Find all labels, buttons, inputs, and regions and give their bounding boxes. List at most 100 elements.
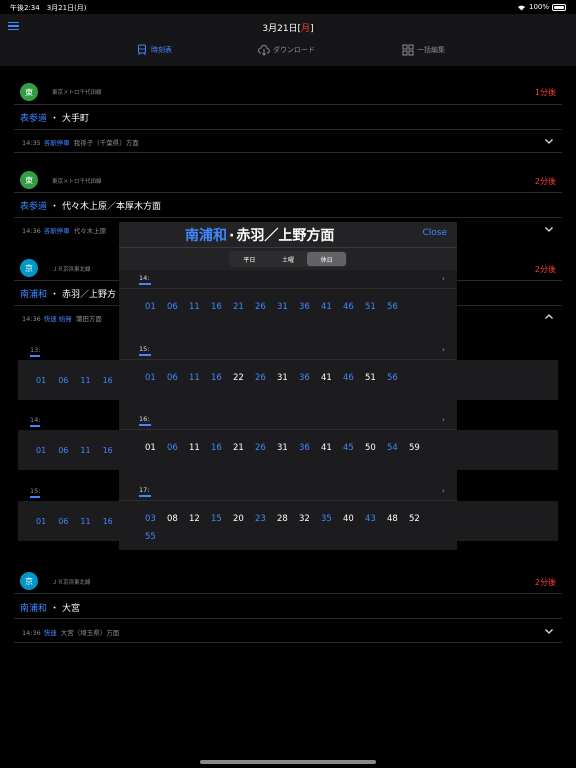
minute[interactable]: 22 [233,373,244,383]
minute[interactable]: 52 [409,514,420,524]
minute[interactable]: 06 [167,373,178,383]
route-to: 大手町 [62,114,90,124]
cloud-download-icon [258,44,270,56]
minute[interactable]: 12 [189,514,200,524]
minute[interactable]: 50 [365,443,376,453]
minute[interactable]: 59 [409,443,420,453]
minute[interactable]: 16 [211,373,222,383]
departure-time: 14:36 [22,629,41,637]
minute[interactable]: 51 [365,302,376,312]
hour-label: 14: [139,274,150,282]
minute[interactable]: 32 [299,514,310,524]
line-name: 東京メトロ千代田線 [52,90,102,96]
minute[interactable]: 46 [343,373,354,383]
minute[interactable]: 26 [255,302,266,312]
tab-saturday[interactable]: 土曜 [269,252,308,266]
minute[interactable]: 41 [321,443,332,453]
chevron-down-icon[interactable] [544,626,554,636]
minute[interactable]: 31 [277,302,288,312]
route-from: 南浦和 [20,290,48,300]
minute[interactable]: 21 [233,443,244,453]
departure-meta: 14:36 快速 大宮（埼玉県）方面 [22,627,119,637]
minute[interactable]: 01 [145,443,156,453]
route: 表参道・大手町 [20,114,90,124]
minute[interactable]: 41 [321,302,332,312]
minute: 06 [58,517,69,526]
line-badge: 京 [20,572,38,590]
minute[interactable]: 16 [211,302,222,312]
minute[interactable]: 41 [321,373,332,383]
day-type-segmented: 平日 土曜 休日 [229,251,347,267]
minute[interactable]: 54 [387,443,398,453]
minute[interactable]: 06 [167,302,178,312]
minute[interactable]: 03 [145,514,156,524]
remaining-time: 2分後 [534,265,556,274]
minute[interactable]: 45 [343,443,354,453]
status-bar: 午後2:34 3月21日(月) 100% [0,0,576,14]
minute[interactable]: 56 [387,373,398,383]
battery-icon [552,3,566,11]
chevron-right-icon[interactable]: › [442,274,445,283]
chevron-right-icon[interactable]: › [442,486,445,495]
minute[interactable]: 36 [299,373,310,383]
home-indicator [200,760,376,764]
departure-card[interactable]: 京 ＪＲ京浜東北線 2分後 南浦和・大宮 14:36 快速 大宮（埼玉県）方面 [14,572,562,644]
chevron-right-icon[interactable]: › [442,345,445,354]
minute[interactable]: 11 [189,302,200,312]
minute[interactable]: 06 [167,443,178,453]
minute[interactable]: 26 [255,443,266,453]
minute: 11 [80,376,91,385]
modal-title: 南浦和 · 赤羽／上野方面 [185,225,334,245]
minute: 16 [102,446,113,455]
tab-weekday[interactable]: 平日 [230,252,269,266]
minute[interactable]: 15 [211,514,222,524]
chevron-down-icon[interactable] [544,136,554,146]
minute[interactable]: 55 [145,532,156,542]
minute[interactable]: 26 [255,373,266,383]
minute[interactable]: 01 [145,302,156,312]
minute[interactable]: 21 [233,302,244,312]
timetable-modal: 南浦和 · 赤羽／上野方面 Close 平日 土曜 休日 14: › 01 06 11 1… [119,222,457,550]
departure-meta: 14:35 各駅停車 我孫子（千葉県）方面 [22,137,139,147]
close-button[interactable]: Close [422,228,447,238]
minute[interactable]: 08 [167,514,178,524]
minute[interactable]: 36 [299,302,310,312]
minute[interactable]: 23 [255,514,266,524]
minute[interactable]: 51 [365,373,376,383]
tab-timetable[interactable]: 時刻表 [136,44,172,56]
minute[interactable]: 28 [277,514,288,524]
minute[interactable]: 43 [365,514,376,524]
minute[interactable]: 46 [343,302,354,312]
minute[interactable]: 16 [211,443,222,453]
modal-direction: 赤羽／上野方面 [236,228,335,244]
tab-bulk-edit[interactable]: 一括編集 [402,44,445,56]
chevron-right-icon[interactable]: › [442,415,445,424]
minute[interactable]: 31 [277,373,288,383]
minute[interactable]: 56 [387,302,398,312]
tab-bulk-edit-label: 一括編集 [417,46,445,54]
departure-time: 14:36 [22,315,41,323]
minute: 11 [80,446,91,455]
minute[interactable]: 01 [145,373,156,383]
route: 南浦和・大宮 [20,604,81,614]
minute[interactable]: 35 [321,514,332,524]
minute[interactable]: 48 [387,514,398,524]
train-icon [138,44,146,56]
minute[interactable]: 20 [233,514,244,524]
minute: 01 [36,517,47,526]
destination: 蒲田方面 [75,315,102,323]
minute[interactable]: 31 [277,443,288,453]
departure-card[interactable]: 東 東京メトロ千代田線 1分後 表参道・大手町 14:35 各駅停車 我孫子（千葉県… [14,82,562,154]
modal-station: 南浦和 [185,228,227,244]
chevron-down-icon[interactable] [544,224,554,234]
minute[interactable]: 40 [343,514,354,524]
tab-download[interactable]: ダウンロード [258,44,315,56]
tab-holiday[interactable]: 休日 [307,252,347,266]
minute[interactable]: 11 [189,373,200,383]
minute[interactable]: 11 [189,443,200,453]
destination: 我孫子（千葉県）方面 [73,139,139,147]
route-to: 赤羽／上野方 [62,290,117,300]
chevron-up-icon[interactable] [544,312,554,322]
hour-label: 17: [139,486,150,494]
minute[interactable]: 36 [299,443,310,453]
